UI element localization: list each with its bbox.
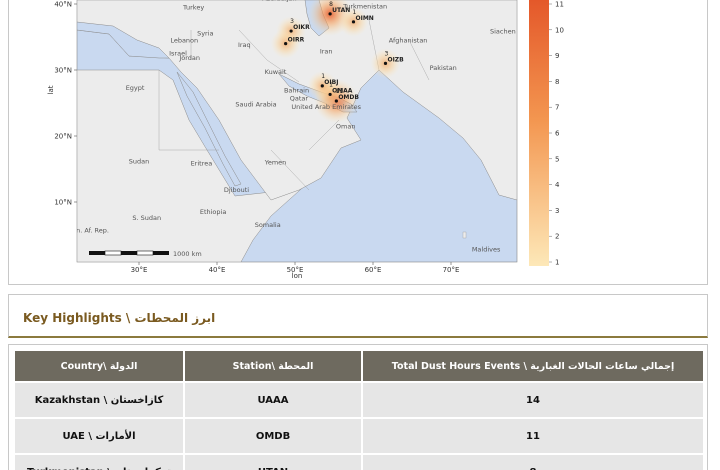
legend-tick-label: 4: [555, 181, 560, 189]
y-tick-label: 10°N: [54, 199, 72, 207]
dust-map: TurkeyAzerbaijanTurkmenistanSyriaLebanon…: [47, 0, 564, 280]
country-label: Sudan: [129, 158, 149, 166]
legend-tick-label: 2: [555, 233, 559, 241]
maldives-island: [462, 231, 467, 239]
table-header-row: Country\ الدولة Station\ المحطة Total Du…: [15, 351, 703, 381]
key-highlights-title: Key Highlights \ ابرز المحطات: [23, 311, 216, 325]
station-code: OIMN: [356, 15, 374, 22]
country-label: United Arab Emirates: [291, 103, 361, 111]
legend-colorbar: [529, 0, 549, 266]
table-row: Turkmenistan \ تركمانستان UTAN 8: [15, 455, 703, 470]
header-station: Station\ المحطة: [185, 351, 363, 381]
country-label: Maldives: [472, 246, 501, 254]
country-label: Azerbaijan: [262, 0, 296, 3]
country-label: Bahrain: [284, 86, 309, 94]
legend-tick-label: 3: [555, 207, 559, 215]
table-row: Kazakhstan \ كازاخستان UAAA 14: [15, 383, 703, 417]
station-count: 1: [353, 9, 357, 16]
station-code: OMDB: [338, 94, 359, 101]
legend-ticks: 11 10 9 8 7 6 5 4 3 2 1: [549, 1, 564, 267]
cell-total: 8: [363, 455, 703, 470]
country-label: Egypt: [126, 84, 145, 92]
station-code: OIBJ: [324, 79, 338, 86]
country-label: Jordan: [178, 54, 200, 62]
station-code: OIRR: [288, 37, 305, 44]
country-label: Oman: [336, 123, 356, 131]
stations-table: Country\ الدولة Station\ المحطة Total Du…: [15, 349, 703, 470]
x-tick-label: 40°E: [209, 266, 226, 274]
cell-country: Turkmenistan \ تركمانستان: [15, 455, 185, 470]
legend-tick-label: 5: [555, 155, 559, 163]
x-tick-label: 60°E: [365, 266, 382, 274]
legend-tick-label: 6: [555, 130, 560, 138]
cell-total: 14: [363, 383, 703, 417]
cell-station: UTAN: [185, 455, 363, 470]
country-label: Djibouti: [224, 186, 249, 194]
country-label: Eritrea: [191, 160, 213, 168]
cell-station: UAAA: [185, 383, 363, 417]
country-label: Pakistan: [430, 64, 457, 72]
legend-tick-label: 9: [555, 52, 559, 60]
y-tick-label: 40°N: [54, 1, 72, 9]
station-count: 3: [290, 18, 294, 25]
cell-country: UAE \ الأمارات: [15, 419, 185, 453]
scale-bar-label: 1000 km: [173, 250, 202, 258]
country-label: Lebanon: [170, 36, 198, 44]
country-label: Syria: [197, 30, 213, 38]
cell-total: 11: [363, 419, 703, 453]
station-code: OIZB: [387, 56, 404, 63]
x-axis-label: lon: [292, 272, 303, 280]
header-country: Country\ الدولة: [15, 351, 185, 381]
y-axis-ticks: 40°N 30°N 20°N 10°N: [54, 1, 77, 207]
stations-table-frame: Country\ الدولة Station\ المحطة Total Du…: [8, 344, 708, 470]
legend-tick-label: 8: [555, 78, 559, 86]
x-tick-label: 70°E: [443, 266, 460, 274]
country-label: Iran: [320, 48, 333, 56]
table-row: UAE \ الأمارات OMDB 11: [15, 419, 703, 453]
x-tick-label: 30°E: [131, 266, 148, 274]
country-label: Ethiopia: [200, 208, 226, 216]
country-label: Saudi Arabia: [235, 100, 276, 108]
key-highlights-panel: Key Highlights \ ابرز المحطات: [8, 294, 708, 338]
country-label: Somalia: [255, 221, 281, 229]
cell-country: Kazakhstan \ كازاخستان: [15, 383, 185, 417]
station-code: OMAA: [332, 87, 353, 94]
station-count: 1: [321, 73, 325, 80]
legend-tick-label: 10: [555, 26, 564, 34]
country-label: Cen. Af. Rep.: [68, 226, 109, 234]
station-code: OIKR: [293, 24, 310, 31]
legend-tick-label: 1: [555, 259, 559, 267]
country-label: Qatar: [290, 94, 309, 102]
y-axis-label: lat: [47, 85, 55, 94]
station-count: 8: [329, 1, 333, 8]
legend-tick-label: 11: [555, 1, 564, 9]
dust-map-panel: TurkeyAzerbaijanTurkmenistanSyriaLebanon…: [8, 0, 708, 285]
station-code: UTAN: [332, 7, 350, 14]
country-label: Afghanistan: [389, 36, 428, 44]
country-label: Siachen G...: [490, 28, 529, 36]
station-count: 3: [384, 50, 388, 57]
legend-tick-label: 7: [555, 104, 559, 112]
country-label: Turkey: [182, 3, 204, 11]
header-total: Total Dust Hours Events \ إجمالي ساعات ا…: [363, 351, 703, 381]
country-label: Yemen: [264, 158, 287, 166]
country-label: Iraq: [238, 41, 251, 49]
y-tick-label: 30°N: [54, 67, 72, 75]
cell-station: OMDB: [185, 419, 363, 453]
y-tick-label: 20°N: [54, 133, 72, 141]
country-label: S. Sudan: [132, 214, 161, 222]
country-label: Kuwait: [265, 68, 287, 76]
